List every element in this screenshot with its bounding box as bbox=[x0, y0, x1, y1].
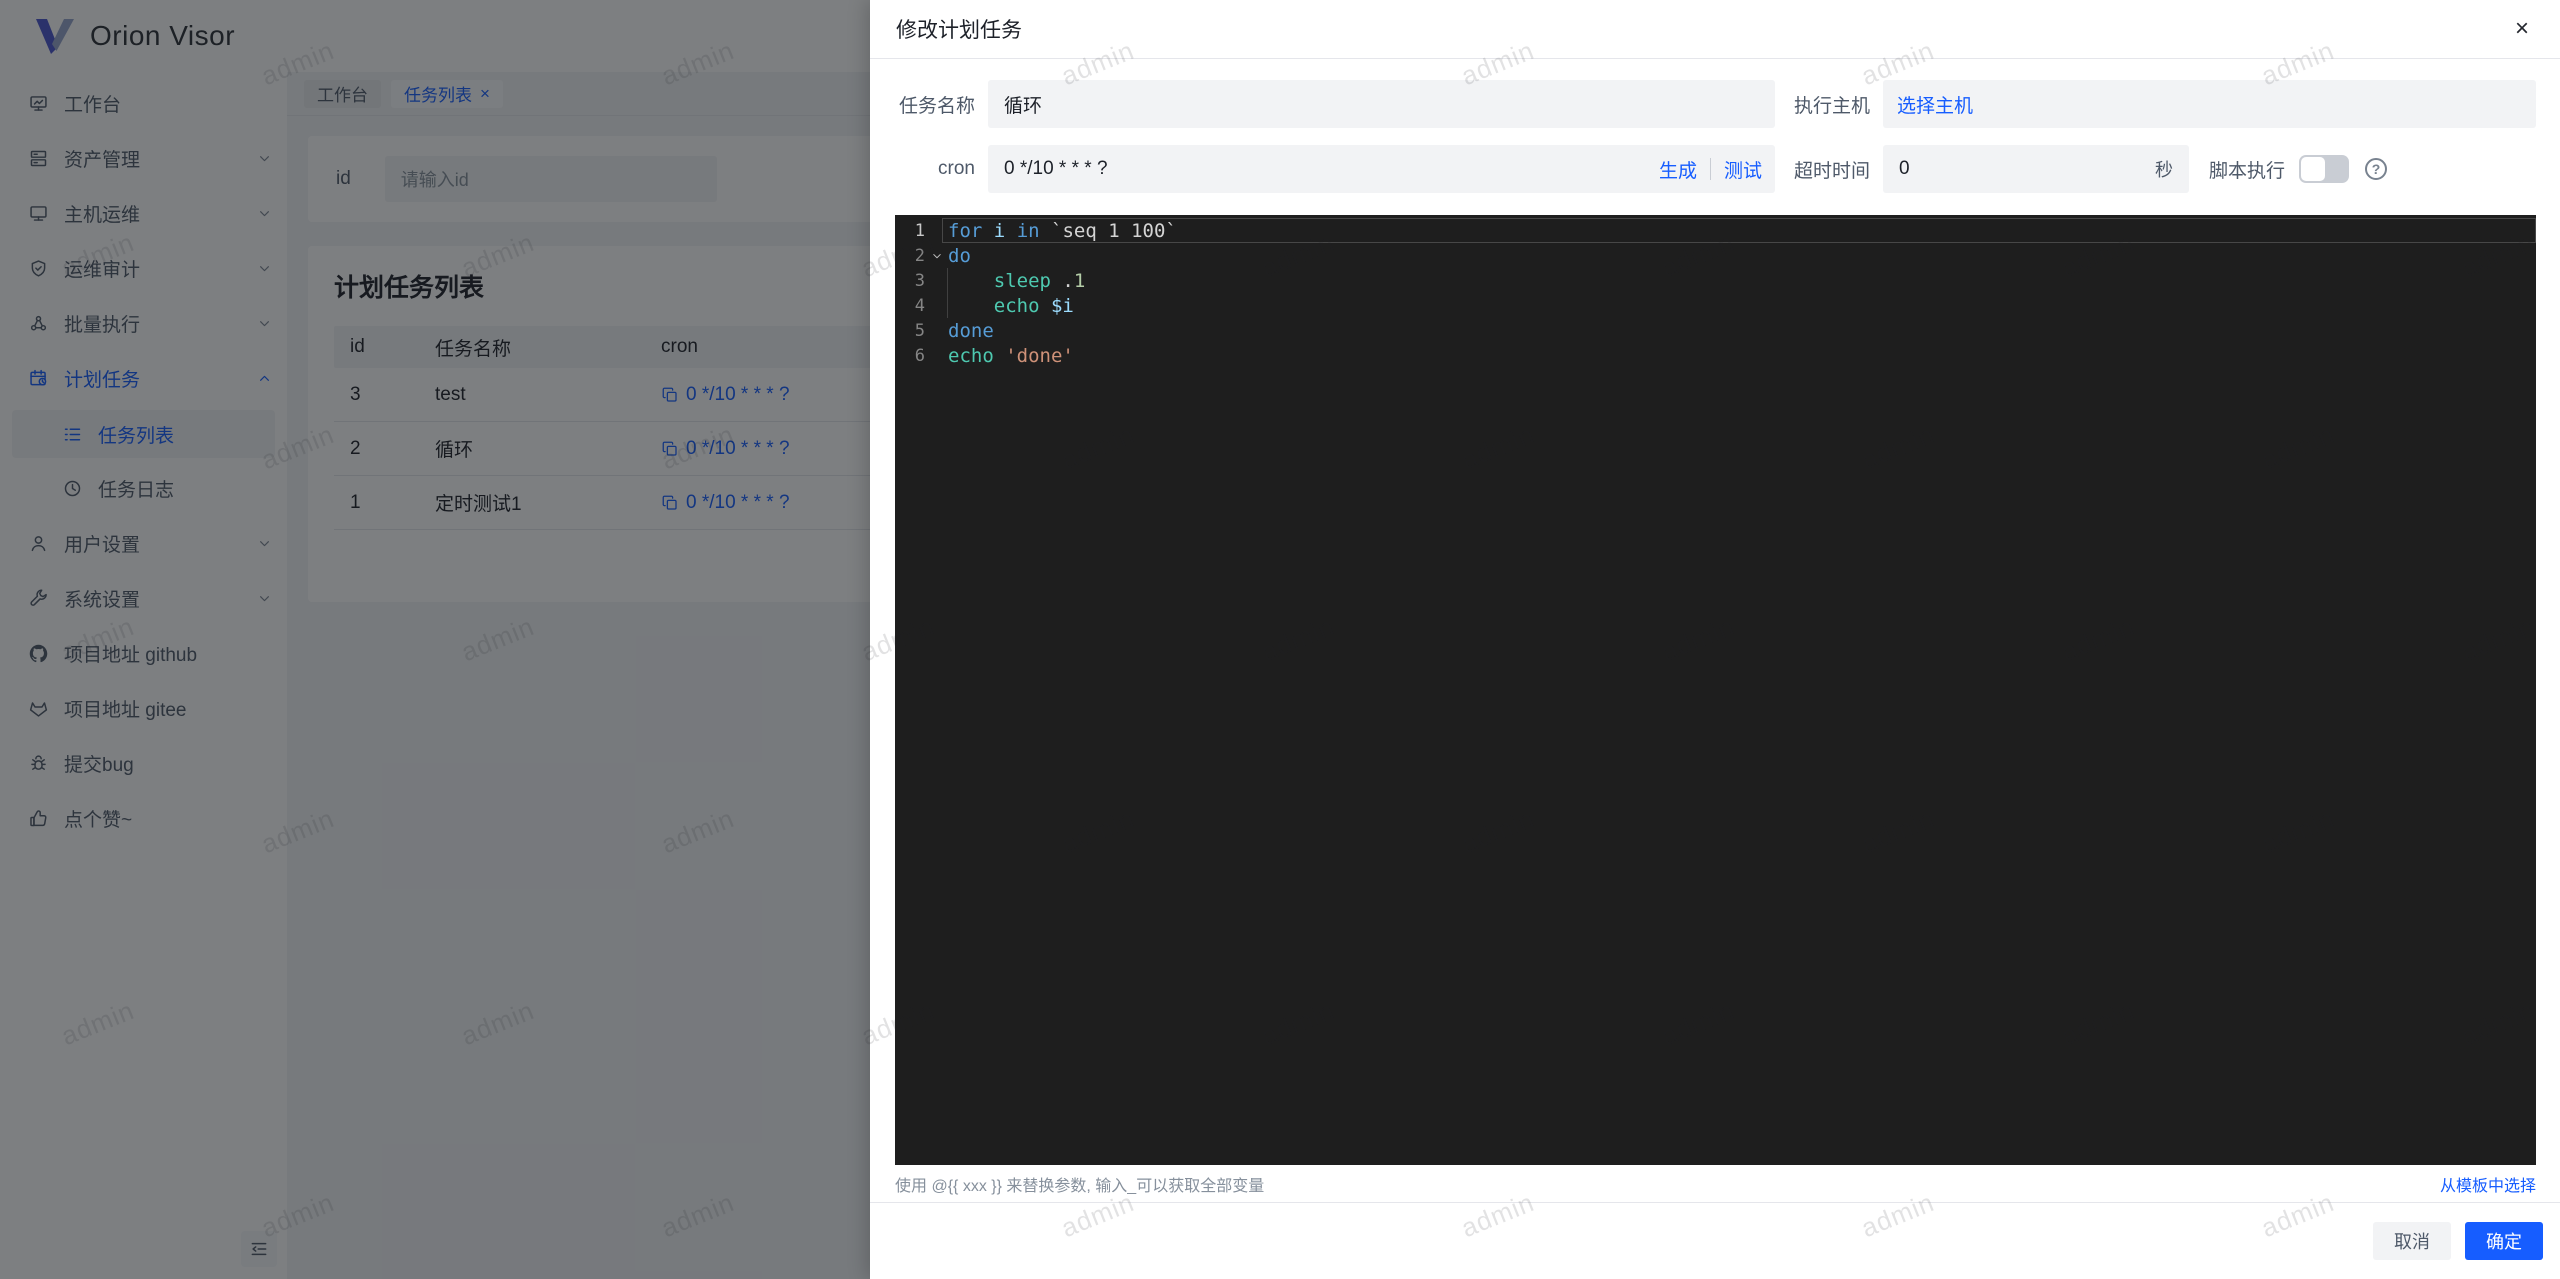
confirm-button[interactable]: 确定 bbox=[2465, 1222, 2543, 1260]
current-line-highlight bbox=[942, 218, 2536, 243]
code-text: sleep .1 bbox=[993, 269, 1086, 292]
modal-body: 任务名称 循环 执行主机 选择主机 cron 0 */10 * * * ? 生成… bbox=[870, 59, 2560, 1202]
indent-guide bbox=[947, 268, 948, 293]
script-code-editor[interactable]: 1 for i in `seq 1 100` 2 do 3 sleep .1 4 echo… bbox=[895, 215, 2536, 1165]
timeout-input[interactable]: 0 秒 bbox=[1883, 145, 2189, 193]
select-from-template-link[interactable]: 从模板中选择 bbox=[2440, 1172, 2536, 1196]
cron-test-button[interactable]: 测试 bbox=[1711, 156, 1775, 183]
editor-line: 1 for i in `seq 1 100` bbox=[895, 218, 2536, 243]
exec-host-field-group: 执行主机 选择主机 bbox=[1790, 80, 2536, 128]
modal-footer: 取消 确定 bbox=[870, 1202, 2560, 1279]
code-text: echo $i bbox=[993, 294, 1074, 317]
form-row-1: 任务名称 循环 执行主机 选择主机 bbox=[895, 80, 2536, 128]
line-number: 2 bbox=[914, 245, 925, 266]
exec-host-label: 执行主机 bbox=[1793, 95, 1870, 117]
task-name-input[interactable]: 循环 bbox=[988, 80, 1775, 128]
chevron-down-icon bbox=[932, 253, 941, 258]
editor-line: 2 do bbox=[895, 243, 2536, 268]
editor-line: 3 sleep .1 bbox=[895, 268, 2536, 293]
help-icon[interactable]: ? bbox=[2365, 158, 2388, 180]
modal-header: 修改计划任务 × bbox=[870, 0, 2560, 59]
timeout-value: 0 bbox=[1899, 158, 1910, 179]
task-name-field-group: 任务名称 循环 bbox=[895, 80, 1775, 128]
indent-guide bbox=[947, 293, 948, 318]
timeout-field-group: 超时时间 0 秒 脚本执行 ? bbox=[1790, 145, 2536, 193]
parameter-hint: 使用 @{{ xxx }} 来替换参数, 输入_可以获取全部变量 bbox=[895, 1177, 1265, 1195]
edit-task-modal: 修改计划任务 × 任务名称 循环 执行主机 选择主机 cron 0 */10 *… bbox=[870, 0, 2560, 1279]
line-number: 4 bbox=[914, 295, 925, 316]
cancel-button[interactable]: 取消 bbox=[2373, 1222, 2451, 1260]
script-exec-toggle[interactable] bbox=[2299, 155, 2350, 183]
code-text: do bbox=[948, 244, 971, 267]
fold-icon bbox=[925, 249, 948, 263]
timeout-label: 超时时间 bbox=[1793, 160, 1870, 182]
cron-input-group: 0 */10 * * * ? 生成 测试 bbox=[988, 145, 1775, 193]
script-exec-label: 脚本执行 bbox=[2209, 160, 2286, 182]
cron-label: cron bbox=[938, 158, 975, 179]
cron-field-group: cron 0 */10 * * * ? 生成 测试 bbox=[895, 145, 1775, 193]
line-number: 3 bbox=[914, 270, 925, 291]
cron-generate-button[interactable]: 生成 bbox=[1646, 156, 1710, 183]
form-row-2: cron 0 */10 * * * ? 生成 测试 超时时间 0 秒 脚本执行 … bbox=[895, 145, 2536, 193]
editor-line: 4 echo $i bbox=[895, 293, 2536, 318]
editor-line: 6 echo 'done' bbox=[895, 343, 2536, 368]
line-number: 5 bbox=[914, 320, 925, 341]
line-number: 1 bbox=[914, 220, 925, 241]
close-icon[interactable]: × bbox=[2504, 11, 2540, 47]
timeout-unit: 秒 bbox=[2155, 160, 2173, 180]
line-number: 6 bbox=[914, 345, 925, 366]
editor-line: 5 done bbox=[895, 318, 2536, 343]
editor-hint-row: 使用 @{{ xxx }} 来替换参数, 输入_可以获取全部变量 从模板中选择 bbox=[895, 1165, 2536, 1202]
select-host-button[interactable]: 选择主机 bbox=[1883, 80, 2536, 128]
task-name-label: 任务名称 bbox=[898, 95, 975, 117]
code-text: echo 'done' bbox=[948, 344, 1074, 367]
cron-input[interactable]: 0 */10 * * * ? bbox=[988, 158, 1646, 180]
toggle-knob bbox=[2301, 157, 2326, 181]
modal-title: 修改计划任务 bbox=[896, 19, 1022, 42]
code-text: done bbox=[948, 319, 994, 342]
code-text: for i in `seq 1 100` bbox=[948, 219, 1177, 242]
